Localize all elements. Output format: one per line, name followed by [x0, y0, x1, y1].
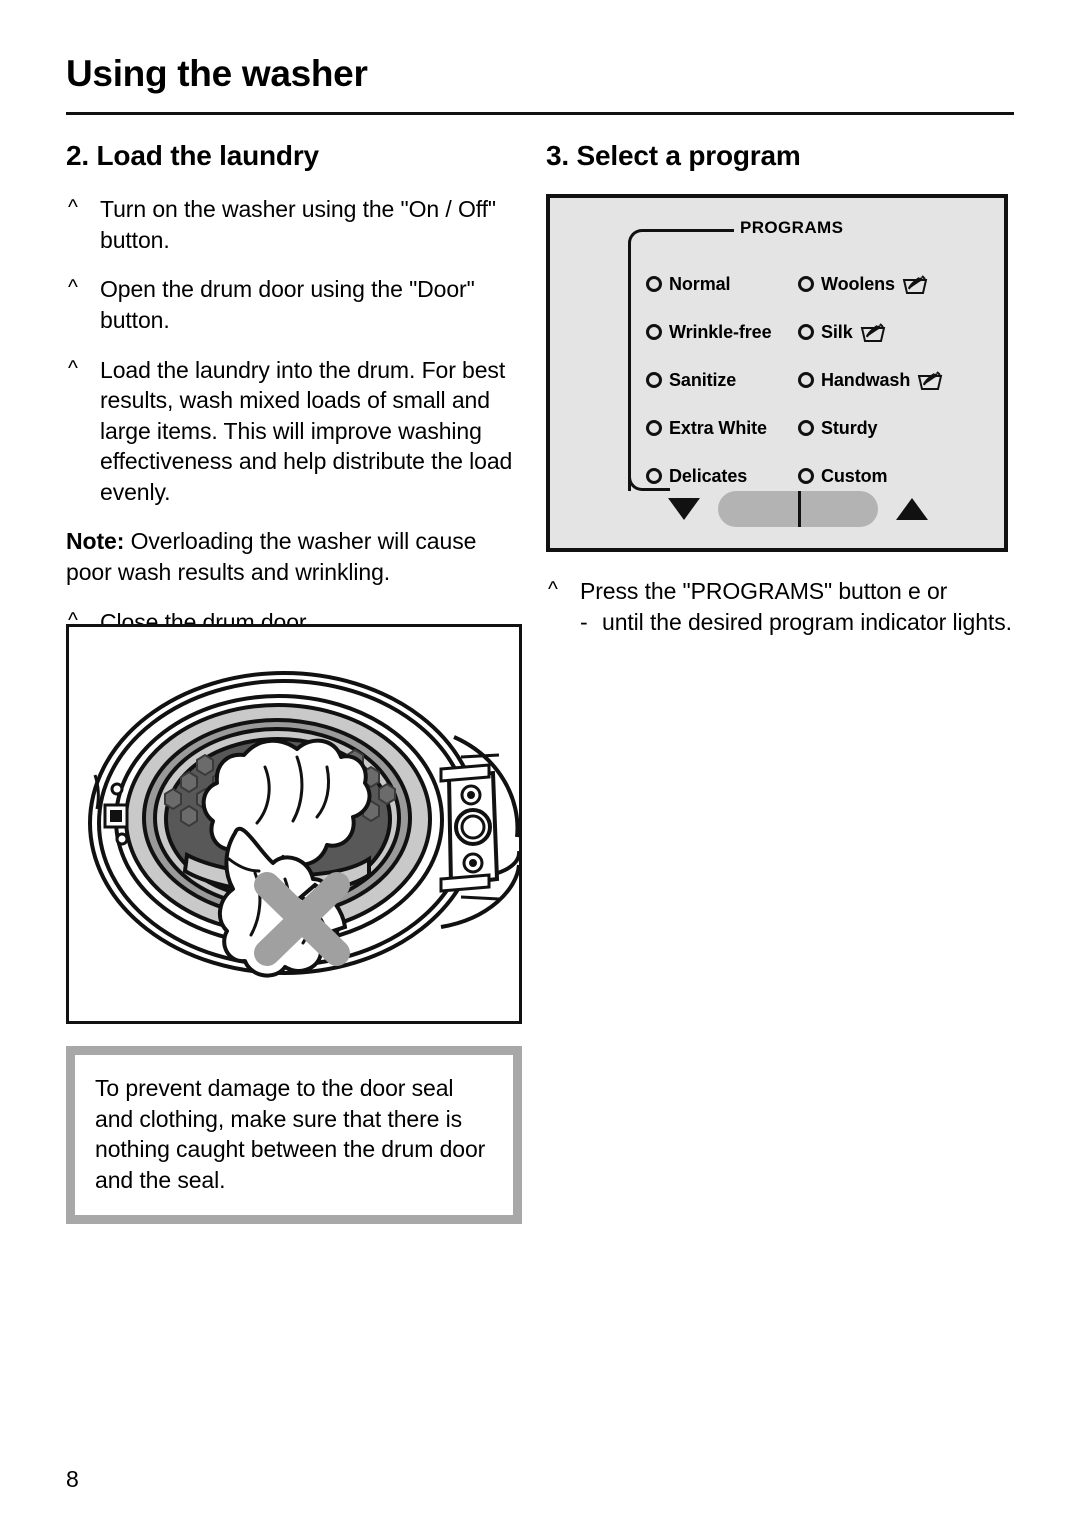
indicator-light-icon	[646, 468, 662, 485]
indicator-light-icon	[798, 420, 814, 437]
handwash-tub-symbol-icon	[902, 274, 928, 295]
note-label: Note:	[66, 528, 125, 555]
program-label: Woolens	[821, 273, 895, 294]
section-heading-load-laundry: 2. Load the laundry	[66, 140, 319, 171]
header-divider	[66, 112, 1014, 115]
indicator-light-icon	[798, 276, 814, 293]
manual-page: Using the washer 2. Load the laundry ^ T…	[0, 0, 1080, 1529]
program-row: Normal Woolens	[646, 260, 986, 308]
warning-box: To prevent damage to the door seal and c…	[66, 1046, 522, 1225]
list-item: ^ Press the "PROGRAMS" button e or - unt…	[546, 576, 1014, 637]
program-row: Sanitize Handwash	[646, 356, 986, 404]
bracket-line-vertical	[628, 243, 631, 492]
list-item: ^ Open the drum door using the "Door" bu…	[66, 274, 526, 335]
program-label: Handwash	[821, 369, 911, 390]
programs-rocker-button[interactable]	[718, 491, 878, 528]
washer-illustration-frame	[66, 624, 522, 1024]
program-row: Wrinkle-free Silk	[646, 308, 986, 356]
indicator-light-icon	[646, 276, 662, 293]
program-option-normal[interactable]: Normal	[646, 274, 798, 295]
programs-rocker-control	[668, 486, 968, 532]
program-indicator-grid: Normal Woolens Wrinkle-free Silk Sanitiz…	[646, 260, 986, 500]
program-row: Extra White Sturdy	[646, 404, 986, 452]
page-number: 8	[66, 1466, 79, 1492]
indicator-light-icon	[646, 372, 662, 389]
bullet-marker-icon: ^	[548, 578, 558, 602]
left-column: 2. Load the laundry ^ Turn on the washer…	[66, 140, 526, 645]
list-item-text: Load the laundry into the drum. For best…	[100, 356, 513, 505]
indicator-light-icon	[646, 324, 662, 341]
note-paragraph: Note: Overloading the washer will cause …	[66, 526, 526, 587]
instruction-subline: - until the desired program indicator li…	[580, 607, 1014, 638]
handwash-tub-symbol-icon	[860, 322, 886, 343]
program-option-custom[interactable]: Custom	[798, 466, 983, 487]
program-option-woolens[interactable]: Woolens	[798, 274, 983, 295]
program-option-extra-white[interactable]: Extra White	[646, 418, 798, 439]
list-item: ^ Turn on the washer using the "On / Off…	[66, 194, 526, 255]
program-option-sturdy[interactable]: Sturdy	[798, 418, 983, 439]
list-item-text: Open the drum door using the "Door" butt…	[100, 276, 475, 333]
program-label: Delicates	[669, 465, 748, 486]
instruction-line-1: Press the "PROGRAMS" button e or	[580, 578, 948, 605]
program-label: Sturdy	[821, 417, 878, 438]
list-item: ^ Load the laundry into the drum. For be…	[66, 355, 526, 508]
program-option-silk[interactable]: Silk	[798, 322, 983, 343]
section-heading-select-program: 3. Select a program	[546, 140, 801, 171]
indicator-light-icon	[646, 420, 662, 437]
program-label: Sanitize	[669, 369, 737, 390]
indicator-light-icon	[798, 324, 814, 341]
instruction-line-2: until the desired program indicator ligh…	[602, 608, 1012, 635]
washer-drum-door-open-illustration	[88, 671, 519, 978]
warning-text: To prevent damage to the door seal and c…	[95, 1075, 486, 1193]
bullet-marker-icon: ^	[68, 196, 78, 220]
triangle-up-icon	[896, 498, 928, 521]
handwash-tub-symbol-icon	[917, 370, 943, 391]
list-item-text: Turn on the washer using the "On / Off" …	[100, 196, 496, 253]
program-option-handwash[interactable]: Handwash	[798, 370, 983, 391]
panel-label-programs: PROGRAMS	[740, 218, 844, 238]
indicator-light-icon	[798, 468, 814, 485]
program-label: Wrinkle-free	[669, 321, 772, 342]
program-option-wrinkle-free[interactable]: Wrinkle-free	[646, 322, 798, 343]
triangle-down-icon	[668, 498, 700, 521]
program-label: Extra White	[669, 417, 767, 438]
bullet-marker-icon: ^	[68, 356, 78, 380]
program-label: Custom	[821, 465, 888, 486]
door-hinge-assembly	[439, 753, 500, 901]
right-column: 3. Select a program PROGRAMS Normal Wool…	[546, 140, 1014, 656]
dash-marker-icon: -	[580, 608, 588, 635]
program-option-sanitize[interactable]: Sanitize	[646, 370, 798, 391]
programs-control-panel: PROGRAMS Normal Woolens Wrinkle-free Sil…	[546, 194, 1008, 553]
rocker-divider	[798, 491, 801, 528]
program-option-delicates[interactable]: Delicates	[646, 466, 798, 487]
page-title: Using the washer	[66, 53, 368, 94]
bracket-line-top	[642, 229, 734, 233]
indicator-light-icon	[798, 372, 814, 389]
program-label: Silk	[821, 321, 853, 342]
note-text: Overloading the washer will cause poor w…	[66, 528, 477, 585]
bullet-marker-icon: ^	[68, 276, 78, 300]
program-label: Normal	[669, 273, 731, 294]
